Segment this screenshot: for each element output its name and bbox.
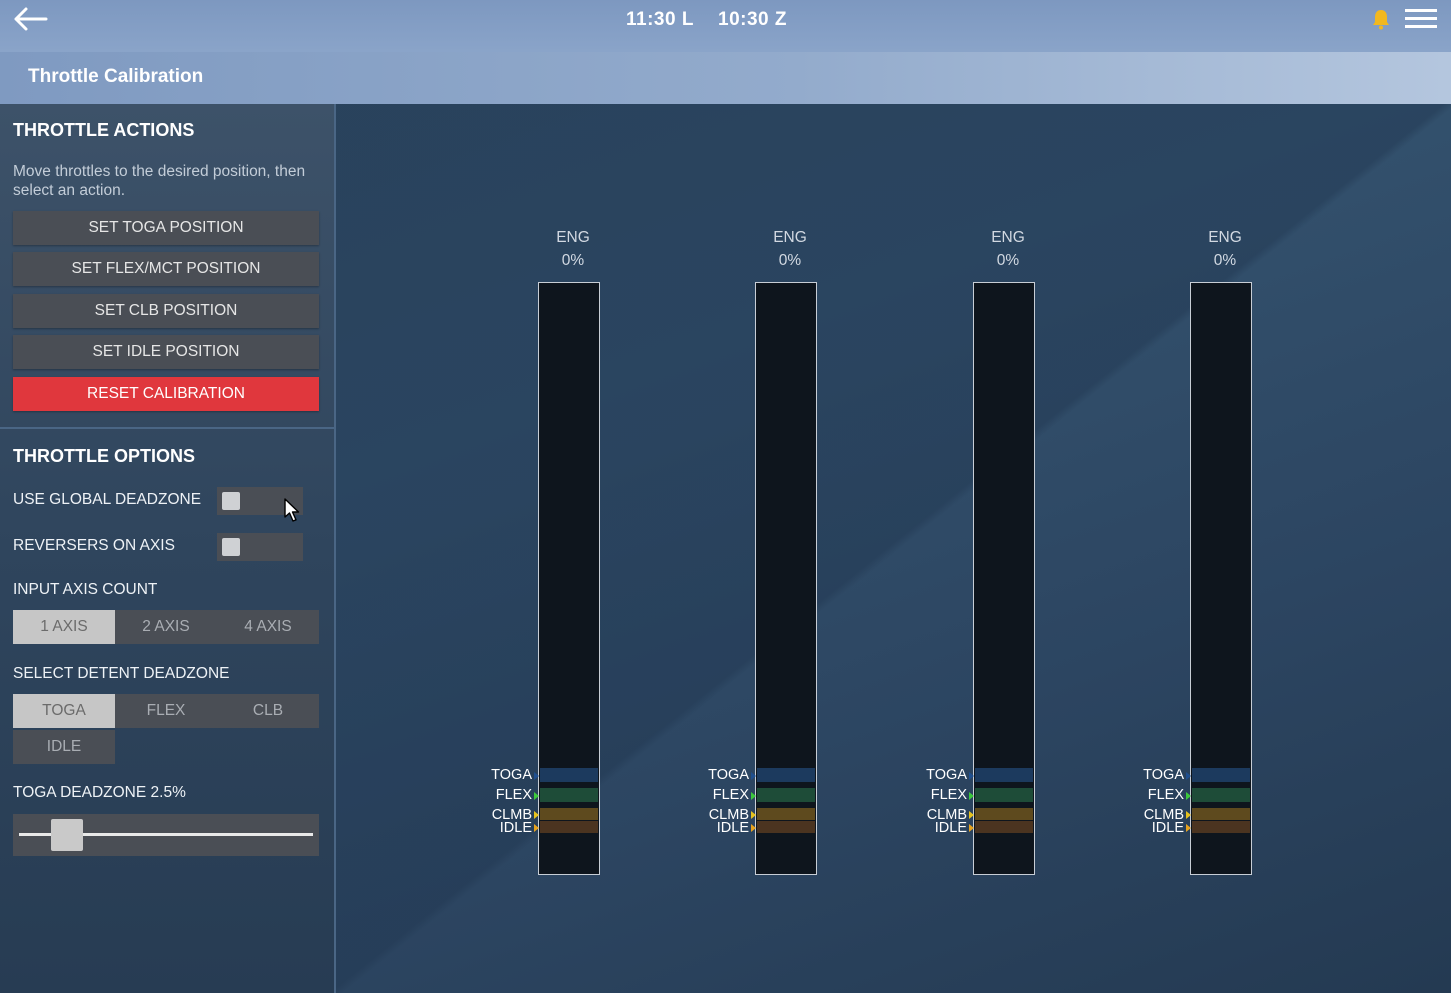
zulu-time: 10:30 Z	[718, 9, 787, 30]
flex-detent-label: FLEX	[1147, 787, 1184, 803]
flex-detent	[540, 788, 598, 802]
throttle-bar	[538, 282, 600, 875]
clmb-detent	[1192, 808, 1250, 820]
reversers-toggle[interactable]	[217, 533, 303, 561]
throttle-bar	[973, 282, 1035, 875]
engine-percent: 0%	[561, 252, 585, 269]
toga-detent-label: TOGA	[1143, 767, 1184, 783]
idle-detent	[1192, 821, 1250, 833]
clmb-detent	[757, 808, 815, 820]
flex-arrow-icon	[1186, 792, 1191, 800]
clmb-arrow-icon	[751, 811, 756, 819]
engine-percent: 0%	[1213, 252, 1237, 269]
throttle-options-heading: THROTTLE OPTIONS	[13, 446, 195, 466]
idle-arrow-icon	[1186, 824, 1191, 832]
section-divider	[0, 427, 334, 429]
mouse-pointer-icon	[284, 498, 300, 522]
toga-detent	[1192, 768, 1250, 782]
deadzone-slider[interactable]	[13, 814, 319, 856]
idle-detent-label: IDLE	[499, 820, 532, 836]
idle-detent-label: IDLE	[934, 820, 967, 836]
slider-thumb[interactable]	[51, 819, 83, 851]
toga-detent-label: TOGA	[708, 767, 749, 783]
flex-arrow-icon	[751, 792, 756, 800]
title-bar: Throttle Calibration	[0, 52, 1451, 104]
deadzone-value-label: TOGA DEADZONE 2.5%	[13, 784, 186, 801]
bell-icon[interactable]	[1370, 8, 1392, 30]
engine-2-indicator: ENG 0% TOGA FLEX CLMB IDLE	[705, 104, 875, 993]
engine-3-indicator: ENG 0% TOGA FLEX CLMB IDLE	[923, 104, 1093, 993]
clmb-arrow-icon	[1186, 811, 1191, 819]
flex-detent	[1192, 788, 1250, 802]
engine-label: ENG	[773, 229, 807, 246]
clmb-arrow-icon	[969, 811, 974, 819]
set-clb-button[interactable]: SET CLB POSITION	[13, 294, 319, 328]
axis-2-option[interactable]: 2 AXIS	[115, 610, 217, 644]
toga-detent	[757, 768, 815, 782]
toggle-knob	[222, 492, 240, 510]
set-idle-button[interactable]: SET IDLE POSITION	[13, 335, 319, 369]
detent-toga-option[interactable]: TOGA	[13, 694, 115, 728]
reset-calibration-button[interactable]: RESET CALIBRATION	[13, 377, 319, 411]
detent-clb-option[interactable]: CLB	[217, 694, 319, 728]
clmb-arrow-icon	[534, 811, 539, 819]
flex-detent	[757, 788, 815, 802]
engine-label: ENG	[556, 229, 590, 246]
toga-arrow-icon	[1186, 772, 1191, 780]
toga-detent-label: TOGA	[926, 767, 967, 783]
toggle-knob	[222, 538, 240, 556]
throttle-bar	[1190, 282, 1252, 875]
throttle-bar	[755, 282, 817, 875]
engine-4-indicator: ENG 0% TOGA FLEX CLMB IDLE	[1140, 104, 1310, 993]
axis-1-option[interactable]: 1 AXIS	[13, 610, 115, 644]
detent-deadzone-label: SELECT DETENT DEADZONE	[13, 665, 230, 682]
local-time: 11:30 L	[626, 9, 694, 30]
hamburger-menu-icon[interactable]	[1404, 8, 1438, 30]
flex-detent	[975, 788, 1033, 802]
idle-detent-label: IDLE	[1151, 820, 1184, 836]
toga-detent-label: TOGA	[491, 767, 532, 783]
toga-detent	[975, 768, 1033, 782]
detent-flex-option[interactable]: FLEX	[115, 694, 217, 728]
engine-label: ENG	[1208, 229, 1242, 246]
engine-label: ENG	[991, 229, 1025, 246]
flex-detent-label: FLEX	[712, 787, 749, 803]
flex-arrow-icon	[969, 792, 974, 800]
clmb-detent	[975, 808, 1033, 820]
idle-detent	[975, 821, 1033, 833]
toga-arrow-icon	[751, 772, 756, 780]
idle-detent	[540, 821, 598, 833]
engine-percent: 0%	[778, 252, 802, 269]
idle-detent	[757, 821, 815, 833]
clmb-detent	[540, 808, 598, 820]
back-arrow-icon[interactable]	[12, 6, 48, 32]
flex-arrow-icon	[534, 792, 539, 800]
page-title: Throttle Calibration	[28, 66, 204, 87]
flex-detent-label: FLEX	[930, 787, 967, 803]
engine-percent: 0%	[996, 252, 1020, 269]
detent-idle-option[interactable]: IDLE	[13, 730, 115, 764]
reversers-label: REVERSERS ON AXIS	[13, 537, 175, 554]
engine-1-indicator: ENG 0% TOGA FLEX CLMB IDLE	[488, 104, 658, 993]
flex-detent-label: FLEX	[495, 787, 532, 803]
toga-arrow-icon	[969, 772, 974, 780]
sidebar: THROTTLE ACTIONS Move throttles to the d…	[0, 104, 336, 993]
idle-arrow-icon	[534, 824, 539, 832]
toga-arrow-icon	[534, 772, 539, 780]
axis-count-label: INPUT AXIS COUNT	[13, 581, 158, 598]
axis-4-option[interactable]: 4 AXIS	[217, 610, 319, 644]
idle-arrow-icon	[969, 824, 974, 832]
global-deadzone-label: USE GLOBAL DEADZONE	[13, 491, 202, 508]
toga-detent	[540, 768, 598, 782]
actions-help-text: Move throttles to the desired position, …	[13, 163, 306, 199]
idle-arrow-icon	[751, 824, 756, 832]
set-toga-button[interactable]: SET TOGA POSITION	[13, 211, 319, 245]
set-flex-mct-button[interactable]: SET FLEX/MCT POSITION	[13, 252, 319, 286]
idle-detent-label: IDLE	[716, 820, 749, 836]
top-bar: 11:30 L 10:30 Z	[0, 0, 1451, 52]
throttle-actions-heading: THROTTLE ACTIONS	[13, 120, 195, 140]
